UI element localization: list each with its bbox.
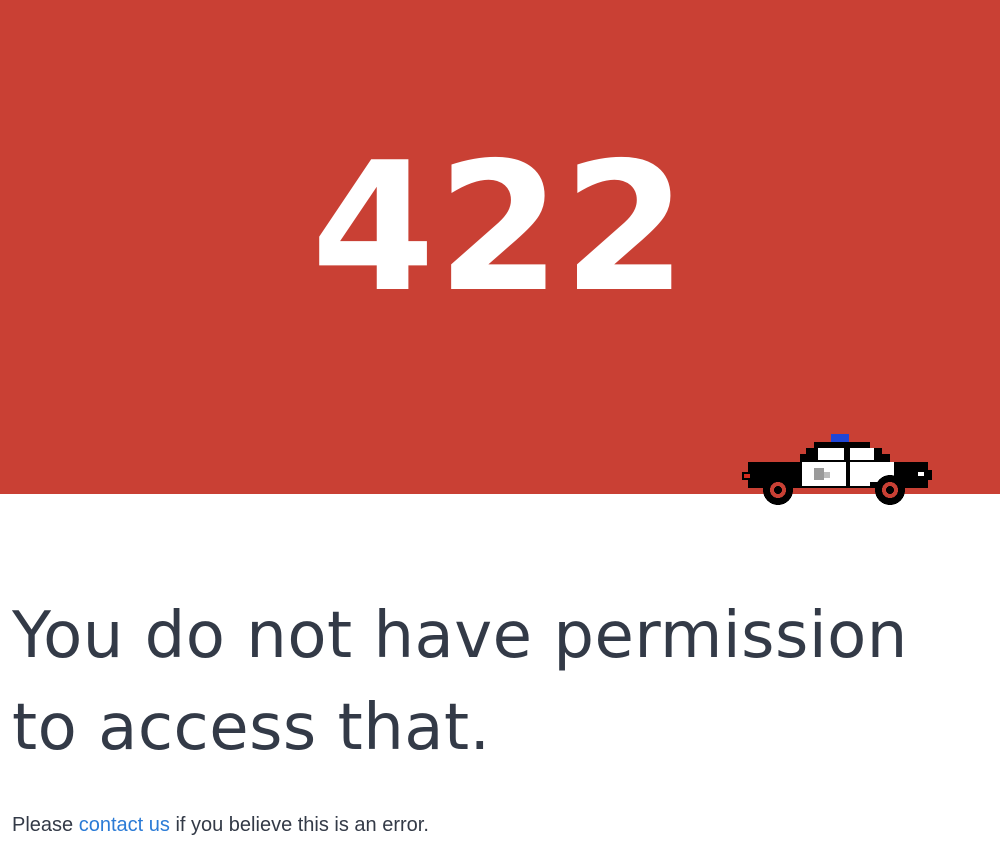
error-banner: 422 [0, 0, 1000, 505]
note-text-after: if you believe this is an error. [169, 814, 429, 836]
error-note: Please contact us if you believe this is… [12, 812, 429, 838]
note-text-before: Please [12, 814, 79, 836]
error-code: 422 [311, 124, 689, 331]
police-car-icon [738, 432, 934, 508]
page-title: You do not have permission to access tha… [12, 599, 908, 765]
contact-us-link[interactable]: contact us [79, 814, 170, 836]
